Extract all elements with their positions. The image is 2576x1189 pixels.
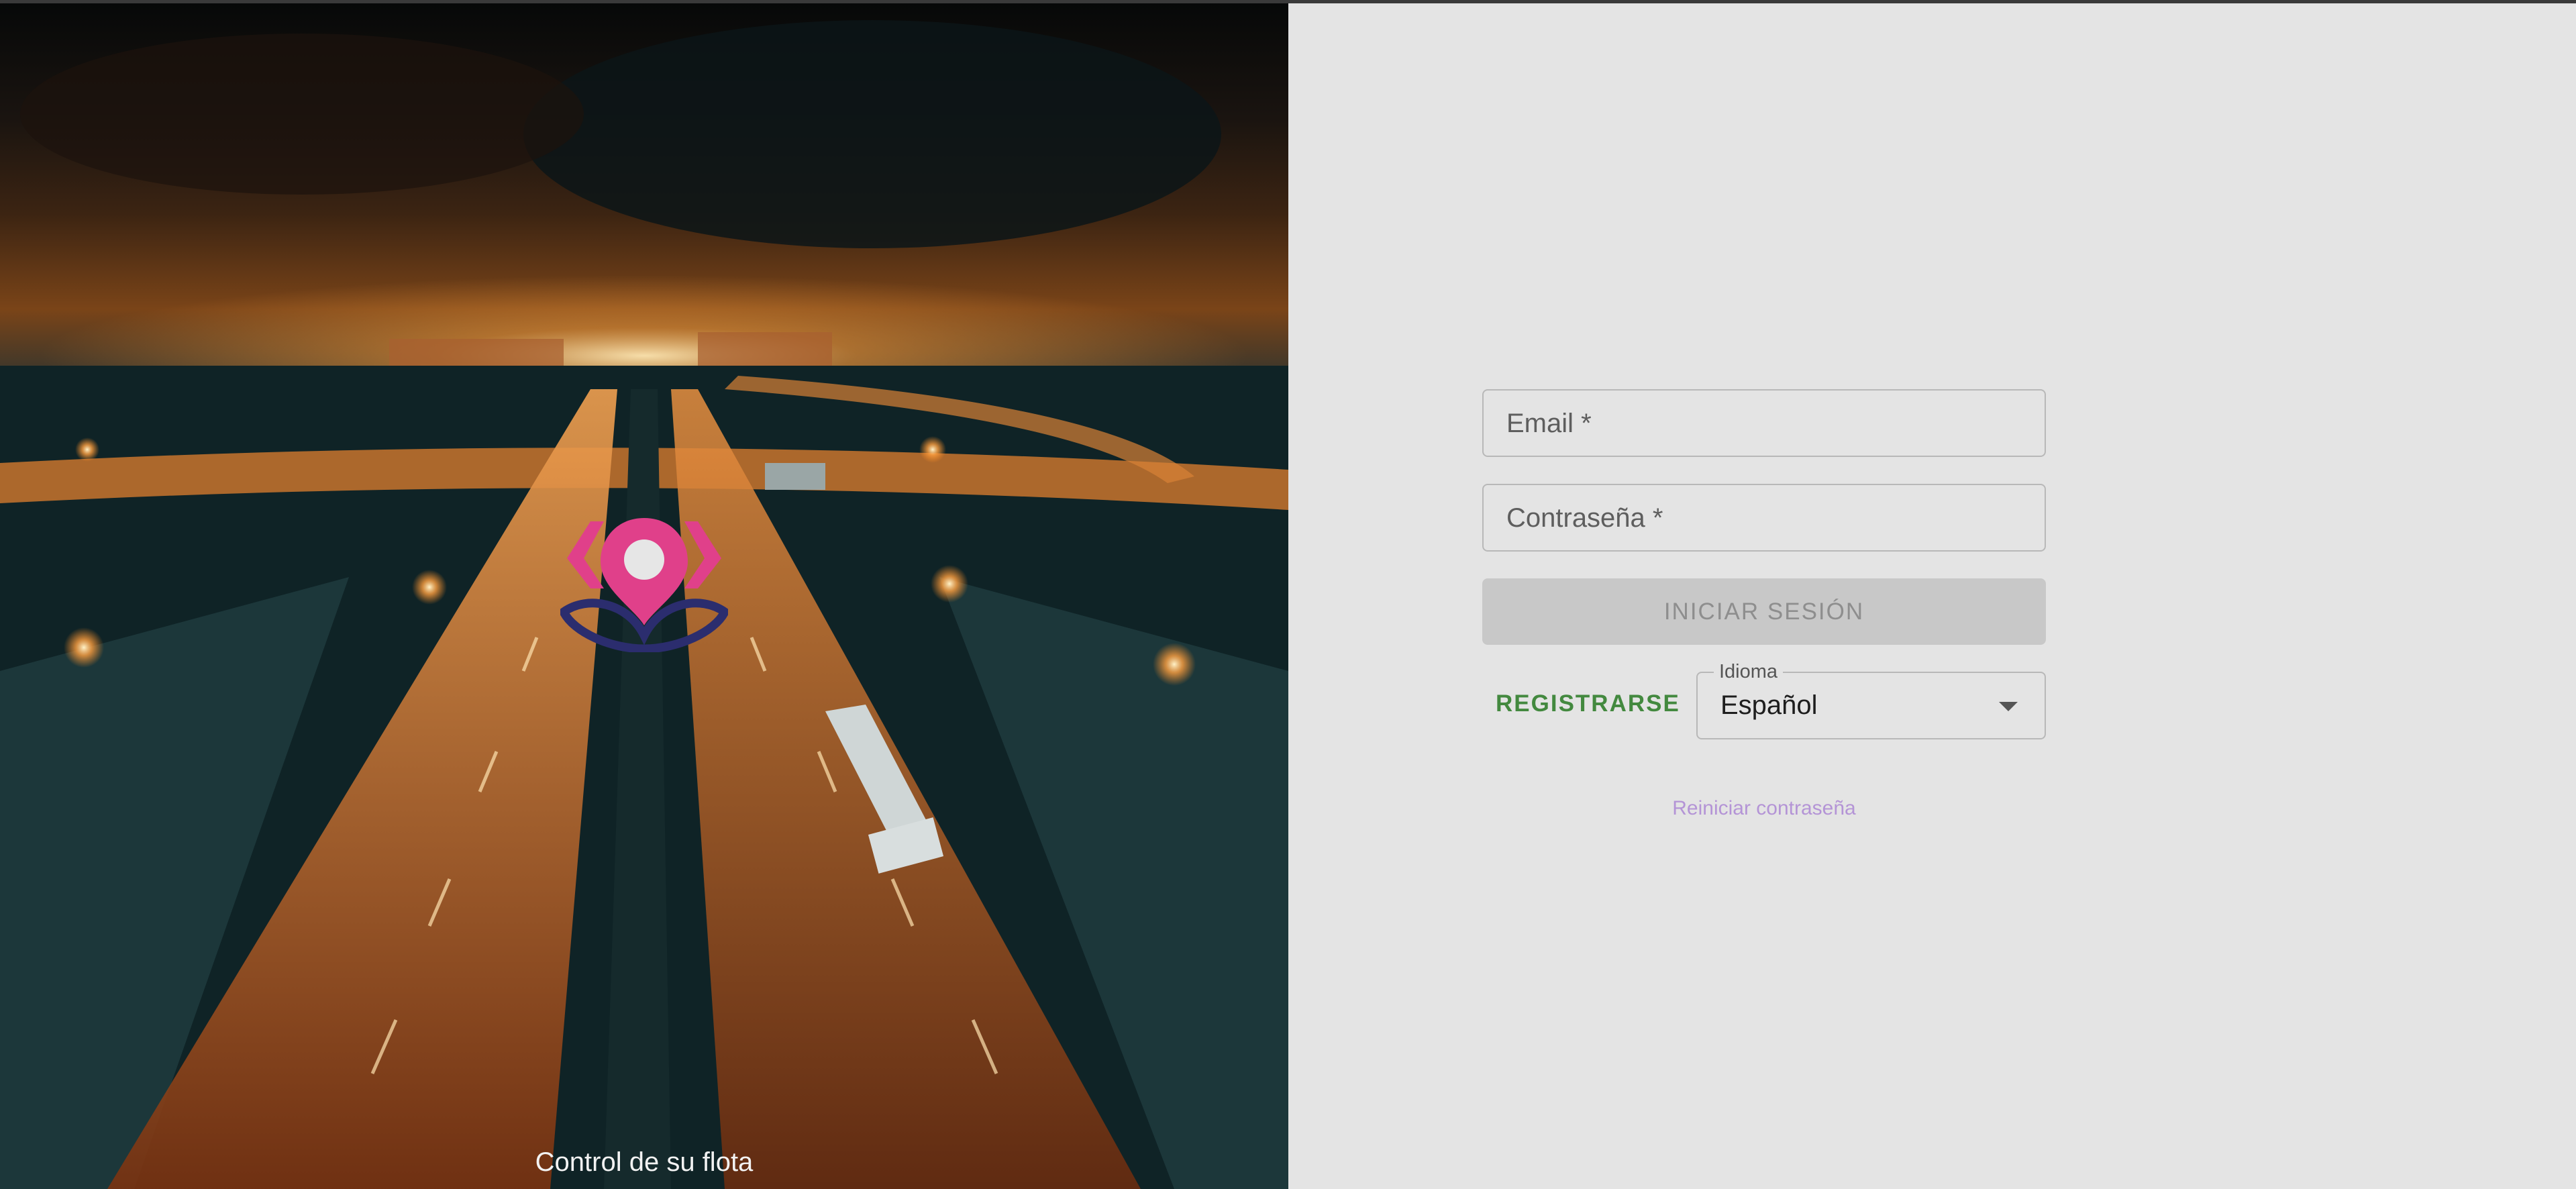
register-language-row: REGISTRARSE Idioma Español: [1482, 661, 2046, 739]
password-placeholder: Contraseña *: [1506, 503, 1663, 533]
language-selected-value: Español: [1720, 690, 1818, 720]
email-placeholder: Email *: [1506, 409, 1592, 438]
reset-password-link[interactable]: Reiniciar contraseña: [1482, 797, 2046, 820]
language-select[interactable]: Idioma Español: [1696, 661, 2046, 739]
dropdown-caret-icon[interactable]: [1999, 702, 2018, 711]
language-legend: Idioma: [1714, 661, 1784, 683]
window-top-bar: [0, 0, 2576, 3]
location-pin-lotus-logo-icon: [560, 518, 728, 652]
email-field[interactable]: Email *: [1482, 389, 2046, 457]
password-field[interactable]: Contraseña *: [1482, 484, 2046, 552]
login-button[interactable]: INICIAR SESIÓN: [1482, 578, 2046, 645]
register-button[interactable]: REGISTRARSE: [1496, 690, 1680, 717]
hero-panel: Control de su flota: [0, 0, 1288, 1189]
hero-caption: Control de su flota: [535, 1147, 754, 1177]
login-form: Email * Contraseña * INICIAR SESIÓN REGI…: [1482, 389, 2046, 739]
